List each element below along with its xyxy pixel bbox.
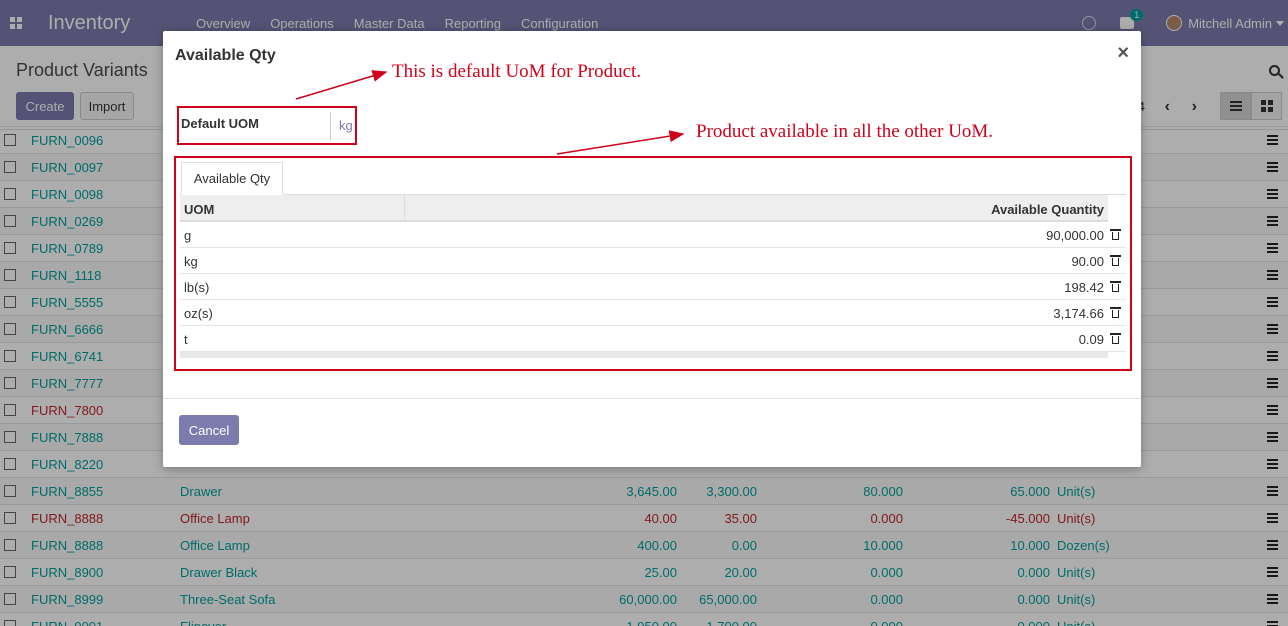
available-quantity-cell: 90,000.00 [1046,228,1104,243]
uom-cell: oz(s) [184,306,213,321]
annotation-default-uom: This is default UoM for Product. [392,61,642,82]
cancel-button[interactable]: Cancel [179,415,239,445]
trash-icon[interactable] [1110,281,1121,292]
tab-available-qty[interactable]: Available Qty [181,162,283,195]
table-row[interactable]: kg 90.00 [180,248,1126,274]
available-quantity-cell: 90.00 [1071,254,1104,269]
table-row[interactable]: oz(s) 3,174.66 [180,300,1126,326]
uom-cell: t [184,332,188,347]
column-header-available-quantity[interactable]: Available Quantity [991,202,1104,217]
available-quantity-cell: 198.42 [1064,280,1104,295]
table-row[interactable]: t 0.09 [180,326,1126,352]
trash-icon[interactable] [1110,255,1121,266]
default-uom-label: Default UOM [181,116,259,131]
trash-icon[interactable] [1110,229,1121,240]
table-row[interactable]: g 90,000.00 [180,222,1126,248]
trash-icon[interactable] [1110,307,1121,318]
default-uom-value[interactable]: kg [339,118,353,133]
uom-cell: kg [184,254,198,269]
uom-cell: lb(s) [184,280,210,295]
table-row[interactable]: lb(s) 198.42 [180,274,1126,300]
available-quantity-cell: 0.09 [1078,332,1104,347]
close-icon[interactable]: × [1117,42,1129,65]
table-header: UOM Available Quantity [180,195,1108,222]
available-qty-dialog: Available Qty × Default UOM kg Available… [163,31,1141,467]
available-qty-table: UOM Available Quantity g 90,000.00 kg 90.00… [180,195,1126,358]
column-header-uom[interactable]: UOM [184,202,214,217]
uom-cell: g [184,228,192,243]
trash-icon[interactable] [1110,333,1121,344]
default-uom-field: Default UOM kg [177,106,357,145]
available-qty-section: Available Qty UOM Available Quantity g 90… [174,156,1132,371]
available-quantity-cell: 3,174.66 [1053,306,1104,321]
annotation-other-uom: Product available in all the other UoM. [696,121,994,142]
dialog-title: Available Qty [175,47,276,64]
